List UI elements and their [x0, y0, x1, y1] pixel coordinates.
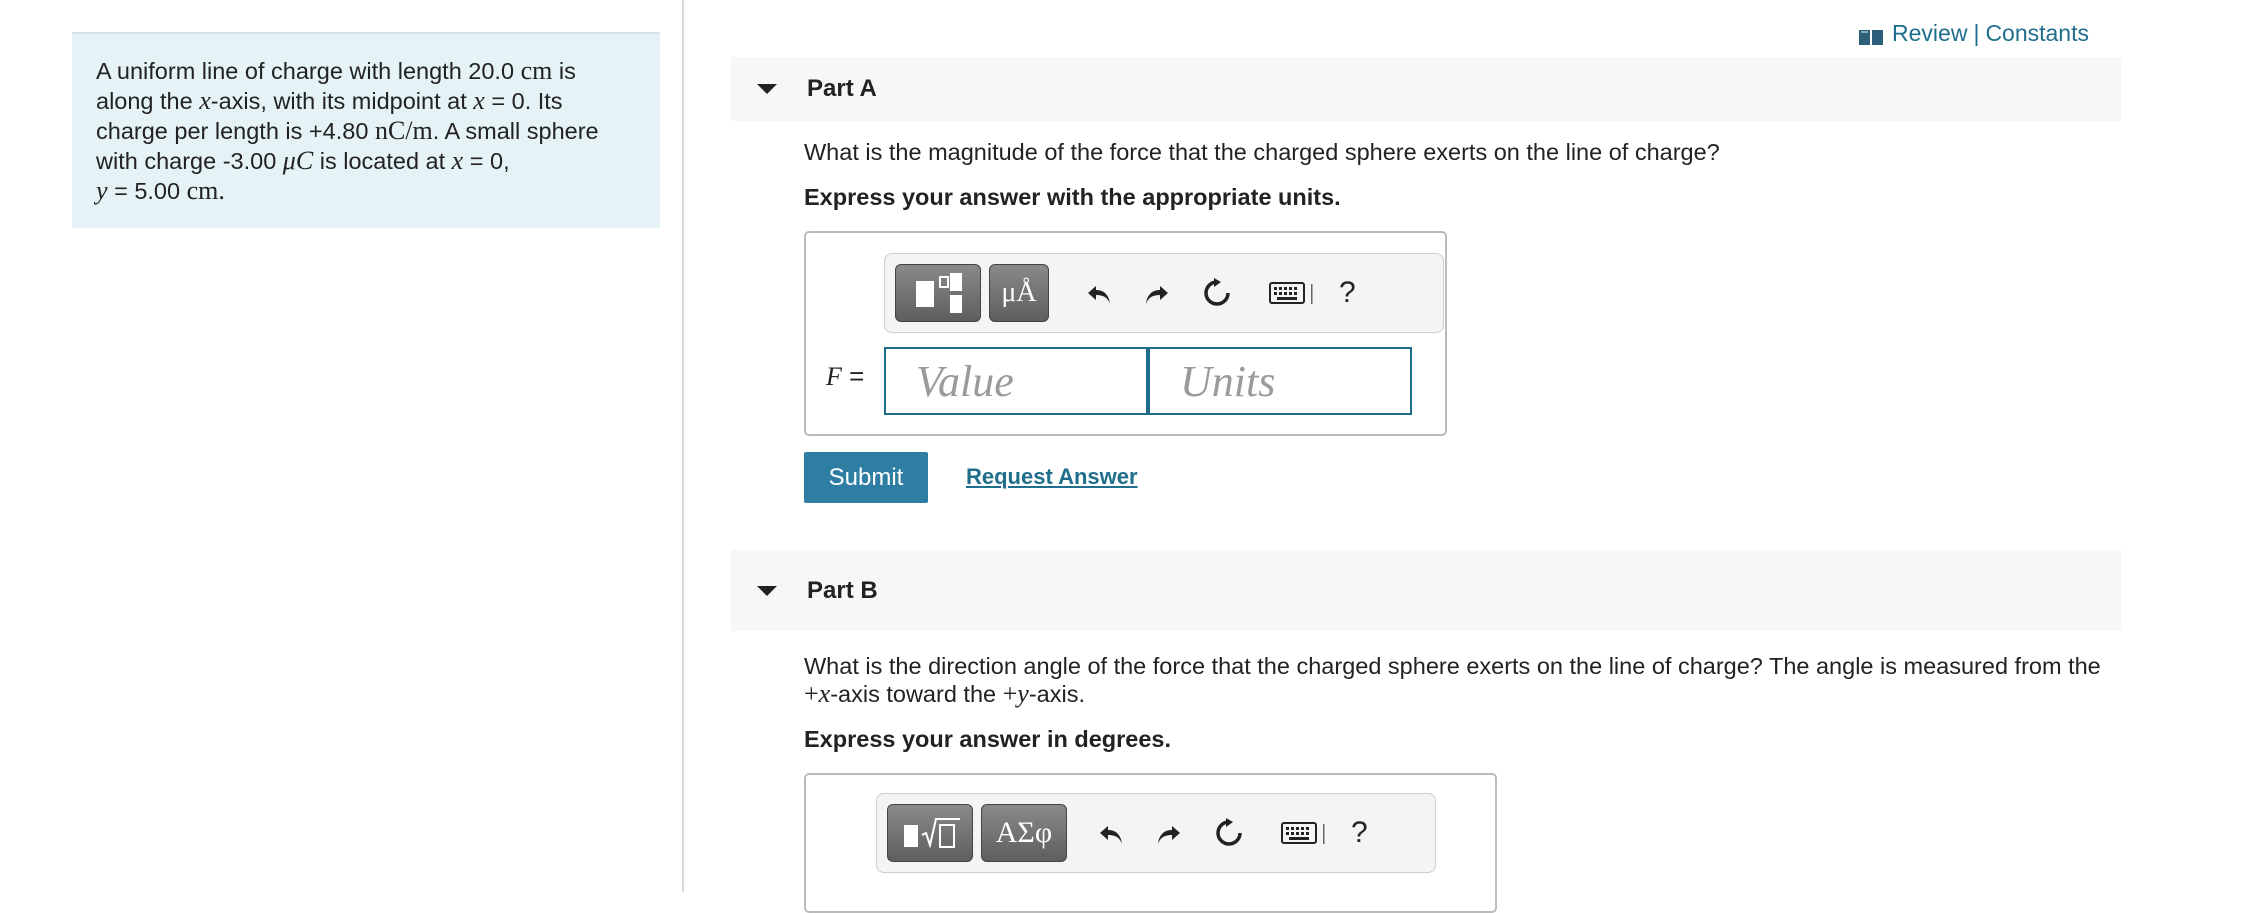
- request-answer-link[interactable]: Request Answer: [966, 464, 1138, 490]
- panel-divider: [682, 0, 684, 892]
- value-input[interactable]: [884, 347, 1148, 415]
- problem-text: is located at: [313, 148, 452, 174]
- part-b-question-text: -axis.: [1028, 681, 1085, 707]
- part-b-question: What is the direction angle of the force…: [804, 652, 2120, 708]
- problem-text: = 5.00: [107, 178, 187, 204]
- problem-text: = 0,: [463, 148, 510, 174]
- var-x: x: [199, 86, 211, 115]
- constants-link[interactable]: Constants: [1985, 20, 2089, 47]
- redo-icon[interactable]: [1151, 815, 1187, 851]
- variable-label: F =: [826, 361, 864, 392]
- var-f: F: [826, 362, 842, 391]
- sqrt-template-button[interactable]: [887, 804, 973, 862]
- var-x: x: [451, 146, 464, 175]
- var-y: y: [1017, 679, 1029, 708]
- math-toolbar-a: μÅ ?: [884, 253, 1444, 333]
- answer-box-a: μÅ ? F =: [804, 231, 1447, 436]
- help-button[interactable]: ?: [1351, 816, 1368, 850]
- undo-icon[interactable]: [1081, 275, 1117, 311]
- unit-nc-per-m: nC/m: [374, 116, 433, 145]
- var-y: y: [96, 176, 108, 205]
- plus-sign: +: [804, 679, 819, 708]
- units-input[interactable]: [1148, 347, 1412, 415]
- reset-icon[interactable]: [1199, 275, 1235, 311]
- separator: |: [1973, 20, 1980, 46]
- book-icon: [1858, 25, 1884, 45]
- greek-symbols-button[interactable]: ΑΣφ: [981, 804, 1067, 862]
- unit-microcoulomb: μC: [282, 146, 314, 175]
- unit-cm: cm.: [186, 176, 225, 205]
- part-b-title: Part B: [807, 576, 878, 604]
- keyboard-icon[interactable]: [1281, 820, 1327, 846]
- help-button[interactable]: ?: [1339, 276, 1356, 310]
- part-a-header[interactable]: Part A: [731, 57, 2121, 121]
- problem-text: A uniform line of charge with length 20.…: [96, 58, 515, 84]
- equals-sign: =: [841, 361, 865, 391]
- reset-icon[interactable]: [1211, 815, 1247, 851]
- answer-box-b: ΑΣφ ?: [804, 773, 1497, 913]
- math-toolbar-b: ΑΣφ ?: [876, 793, 1436, 873]
- part-a-question: What is the magnitude of the force that …: [804, 139, 1720, 165]
- var-x: x: [473, 86, 485, 115]
- var-x: x: [818, 679, 831, 708]
- part-a-title: Part A: [807, 75, 877, 102]
- part-b-question-text: -axis toward the: [830, 681, 1003, 707]
- unit-cm: cm: [520, 56, 553, 85]
- submit-button[interactable]: Submit: [804, 452, 928, 503]
- part-b-header[interactable]: Part B: [731, 550, 2121, 631]
- units-button[interactable]: μÅ: [989, 264, 1049, 322]
- undo-icon[interactable]: [1093, 815, 1129, 851]
- problem-text: -axis, with its midpoint at: [210, 88, 474, 114]
- plus-sign: +: [1002, 679, 1018, 708]
- review-constants-links: Review | Constants: [1858, 20, 2089, 47]
- part-a-instruction: Express your answer with the appropriate…: [804, 184, 1341, 210]
- collapse-triangle-icon[interactable]: [757, 585, 777, 596]
- template-button[interactable]: [895, 264, 981, 322]
- review-link[interactable]: Review: [1892, 20, 1967, 47]
- problem-statement: A uniform line of charge with length 20.…: [72, 32, 660, 228]
- collapse-triangle-icon[interactable]: [757, 84, 777, 94]
- part-b-question-text: What is the direction angle of the force…: [804, 653, 2101, 679]
- keyboard-icon[interactable]: [1269, 280, 1315, 306]
- part-b-instruction: Express your answer in degrees.: [804, 726, 1172, 752]
- redo-icon[interactable]: [1139, 275, 1175, 311]
